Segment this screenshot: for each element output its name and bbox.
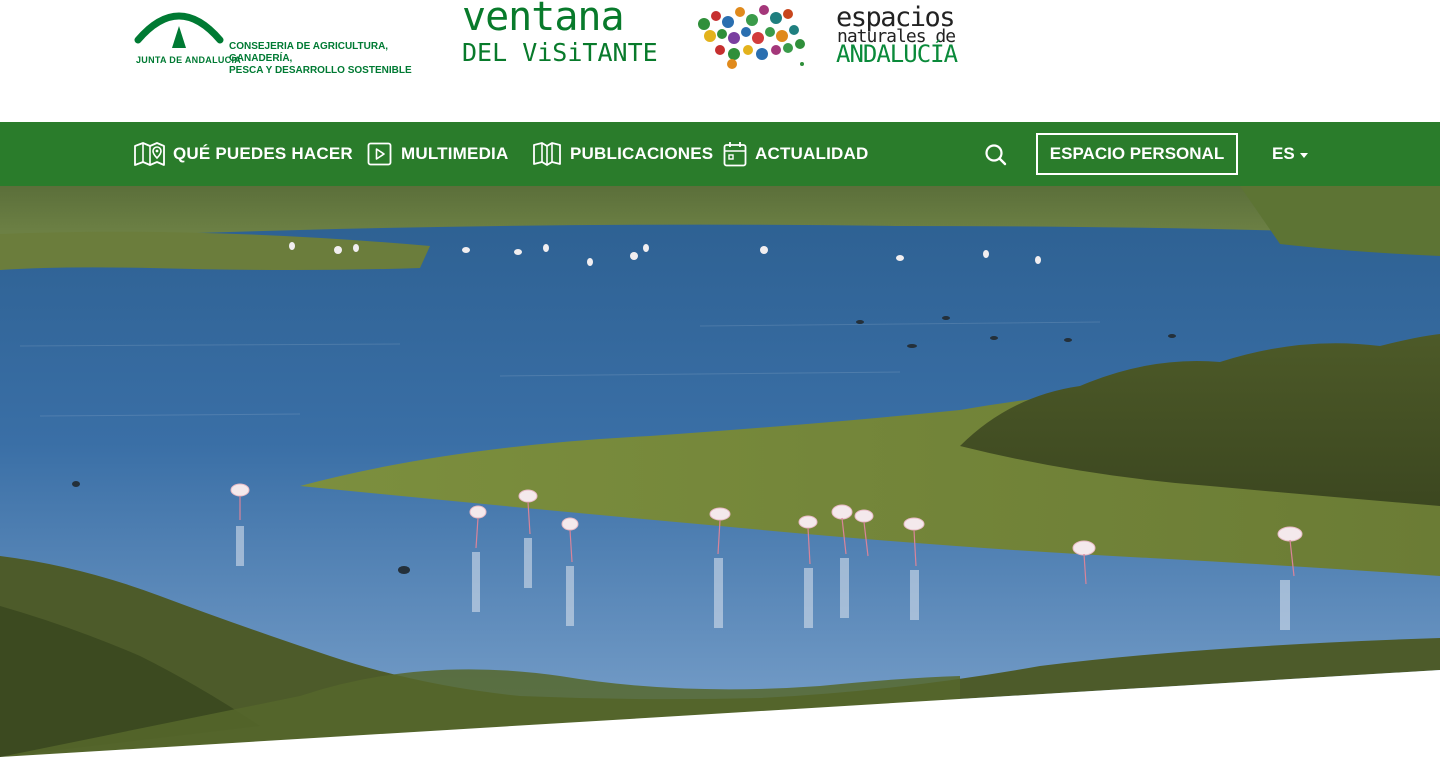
nav-label-actualidad: ACTUALIDAD [755, 144, 869, 163]
nav-actualidad[interactable]: ACTUALIDAD [723, 122, 868, 186]
book-icon [533, 142, 561, 166]
map-pin-icon [134, 142, 165, 166]
consejeria-line2: PESCA Y DESARROLLO SOSTENIBLE [229, 65, 412, 76]
nav-que-puedes-hacer[interactable]: QUÉ PUEDES HACER [134, 122, 353, 186]
search-icon[interactable] [983, 142, 1009, 168]
nav-label-que-puedes-hacer: QUÉ PUEDES HACER [173, 144, 353, 163]
ventana-subtitle: DEL ViSiTANTE [462, 38, 658, 67]
nav-label-publicaciones: PUBLICACIONES [570, 144, 714, 163]
espacio-personal-button[interactable]: ESPACIO PERSONAL [1036, 133, 1238, 175]
ventana-title: ventana [462, 0, 625, 40]
consejeria-text: CONSEJERIA DE AGRICULTURA, GANADERÍA, PE… [229, 41, 424, 77]
junta-name: JUNTA DE ANDALUCIA [136, 55, 242, 65]
espacio-personal-label: ESPACIO PERSONAL [1049, 144, 1225, 163]
nav-label-multimedia: MULTIMEDIA [401, 144, 509, 163]
nav-publicaciones[interactable]: PUBLICACIONES [532, 122, 713, 186]
consejeria-line1: CONSEJERIA DE AGRICULTURA, GANADERÍA, [229, 41, 389, 64]
junta-emblem-icon [134, 12, 224, 48]
site-header: JUNTA DE ANDALUCIA CONSEJERIA DE AGRICUL… [0, 0, 1440, 122]
main-nav: QUÉ PUEDES HACER MULTIMEDIA PUBLICACIONE… [0, 122, 1440, 186]
play-icon [367, 142, 392, 166]
nav-multimedia[interactable]: MULTIMEDIA [367, 122, 508, 186]
junta-andalucia-logo[interactable]: JUNTA DE ANDALUCIA CONSEJERIA DE AGRICUL… [134, 2, 424, 76]
flamingos-lagoon-photo [0, 186, 1440, 757]
espacios-line3: ANDALUCÍA [836, 40, 958, 68]
chevron-down-icon [1299, 152, 1308, 158]
language-selector[interactable]: ES [1272, 122, 1308, 186]
hero-image [0, 186, 1440, 757]
biodiversity-mosaic-icon [698, 5, 805, 69]
language-label: ES [1272, 144, 1295, 163]
calendar-icon [723, 142, 747, 167]
ventana-del-visitante-logo[interactable]: ventana DEL ViSiTANTE [462, 0, 682, 70]
espacios-naturales-logo[interactable]: espacios naturales de ANDALUCÍA [836, 2, 986, 68]
